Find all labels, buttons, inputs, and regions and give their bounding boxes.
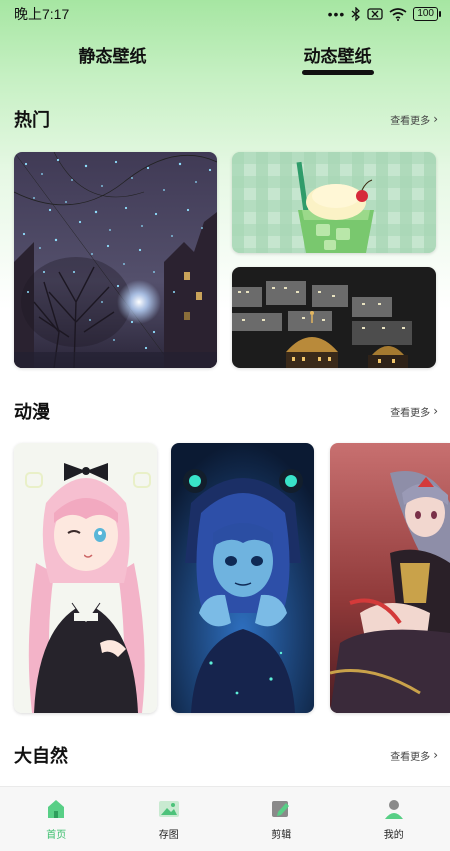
section-title-hot: 热门 — [14, 106, 50, 132]
tab-static-label: 静态壁纸 — [79, 47, 147, 67]
wifi-icon — [389, 8, 407, 21]
nav-label-edit: 剪辑 — [271, 826, 291, 841]
nav-item-edit[interactable]: 剪辑 — [225, 787, 338, 851]
chevron-right-icon: › — [433, 112, 438, 126]
tab-static-wallpaper[interactable]: 静态壁纸 — [0, 36, 225, 84]
section-header-nature: 大自然 查看更多 › — [14, 742, 438, 768]
image-icon — [157, 798, 181, 820]
tab-live-label: 动态壁纸 — [304, 47, 372, 67]
section-header-anime: 动漫 查看更多 › — [14, 398, 438, 424]
bluetooth-icon — [351, 7, 361, 21]
active-tab-indicator — [302, 70, 374, 75]
view-more-label: 查看更多 — [390, 748, 430, 763]
section-header-hot: 热门 查看更多 › — [14, 106, 438, 132]
tab-live-wallpaper[interactable]: 动态壁纸 — [225, 36, 450, 84]
view-more-nature-link[interactable]: 查看更多 › — [390, 748, 438, 763]
battery-indicator: 100 — [413, 7, 438, 21]
view-more-hot-link[interactable]: 查看更多 › — [390, 112, 438, 127]
view-more-label: 查看更多 — [390, 404, 430, 419]
nav-item-home[interactable]: 首页 — [0, 787, 113, 851]
wallpaper-thumbnail-anime-silver-hair-warrior[interactable] — [330, 443, 450, 713]
nav-item-saved-images[interactable]: 存图 — [113, 787, 226, 851]
status-time: 晚上7:17 — [14, 4, 69, 24]
edit-icon — [269, 798, 293, 820]
nav-label-saved-images: 存图 — [159, 826, 179, 841]
home-icon — [45, 798, 67, 820]
nav-label-profile: 我的 — [384, 826, 404, 841]
status-bar: 晚上7:17 ••• 100 — [0, 0, 450, 28]
wallpaper-thumbnail-city-domes-night[interactable] — [232, 267, 436, 368]
chevron-right-icon: › — [433, 748, 438, 762]
wallpaper-thumbnail-anime-pink-hair-girl[interactable] — [14, 443, 157, 713]
view-more-anime-link[interactable]: 查看更多 › — [390, 404, 438, 419]
wallpaper-thumbnail-snowy-city-night[interactable] — [14, 152, 217, 368]
wallpaper-thumbnail-cream-soda[interactable] — [232, 152, 436, 253]
nav-item-profile[interactable]: 我的 — [338, 787, 450, 851]
bottom-navigation-bar: 首页 存图 剪辑 我的 — [0, 786, 450, 851]
status-icons: ••• 100 — [328, 6, 438, 22]
more-dots-icon: ••• — [328, 6, 346, 22]
wallpaper-thumbnail-anime-blue-girl[interactable] — [171, 443, 314, 713]
sim-off-icon — [367, 8, 383, 20]
wallpaper-type-tabs: 静态壁纸 动态壁纸 — [0, 36, 450, 84]
user-icon — [383, 798, 405, 820]
section-title-anime: 动漫 — [14, 398, 50, 424]
chevron-right-icon: › — [433, 404, 438, 418]
view-more-label: 查看更多 — [390, 112, 430, 127]
nav-label-home: 首页 — [46, 826, 66, 841]
section-title-nature: 大自然 — [14, 742, 68, 768]
